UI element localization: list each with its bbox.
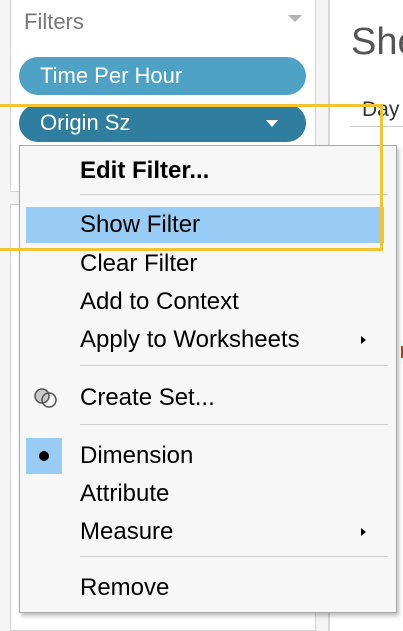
header-divider (350, 126, 403, 127)
menu-item-show-filter[interactable]: Show Filter (26, 207, 384, 243)
menu-item-remove[interactable]: Remove (20, 570, 384, 606)
pill-dropdown-icon[interactable] (266, 120, 278, 127)
menu-item-create-set[interactable]: Create Set... (20, 380, 384, 416)
menu-separator (80, 194, 388, 195)
filters-shelf-title: Filters (24, 9, 84, 34)
menu-item-add-to-context[interactable]: Add to Context (20, 284, 384, 320)
menu-item-apply-to-worksheets[interactable]: Apply to Worksheets (20, 322, 384, 358)
menu-separator (80, 424, 388, 425)
filter-pill-time-per-hour[interactable]: Time Per Hour (19, 57, 306, 95)
menu-item-measure[interactable]: Measure (20, 514, 384, 550)
menu-item-dimension[interactable]: Dimension (20, 438, 384, 474)
filter-pill-origin-sz[interactable]: Origin Sz (19, 104, 306, 142)
menu-item-clear-filter[interactable]: Clear Filter (20, 246, 384, 282)
filter-pill-label: Time Per Hour (40, 63, 183, 88)
submenu-arrow-icon (361, 336, 366, 344)
submenu-arrow-icon (361, 528, 366, 536)
menu-item-attribute[interactable]: Attribute (20, 476, 384, 512)
filter-pill-label: Origin Sz (40, 110, 131, 135)
menu-separator (80, 365, 388, 366)
pill-context-menu: Edit Filter... Show Filter Clear Filter … (19, 145, 397, 613)
filters-shelf-dropdown-icon[interactable] (288, 15, 302, 22)
menu-item-edit-filter[interactable]: Edit Filter... (20, 153, 384, 189)
menu-separator (80, 556, 388, 557)
worksheet-title: She (351, 21, 403, 63)
column-header-day[interactable]: Day (362, 98, 399, 122)
